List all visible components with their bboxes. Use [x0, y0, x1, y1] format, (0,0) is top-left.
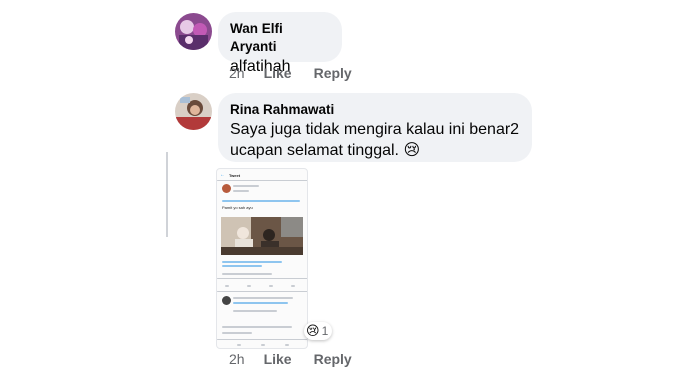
reaction-summary[interactable]: 😢 1: [304, 322, 333, 340]
comment-actions: 2h Like Reply: [229, 351, 374, 367]
comment-text-line: Saya juga tidak mengira kalau ini benar2: [230, 121, 520, 138]
avatar-rina-rahmawati[interactable]: [175, 93, 212, 130]
divider: [217, 278, 307, 279]
thread-connector-line: [166, 152, 168, 237]
reply-text-placeholder: [233, 297, 293, 299]
reply-avatar: [222, 296, 231, 305]
back-arrow-icon: ←: [220, 172, 225, 178]
comment-text-line-2: ucapan selamat tinggal.: [230, 142, 399, 159]
nav-recent-icon: [285, 344, 289, 346]
tweet-header: Tweet: [229, 173, 241, 178]
like-button[interactable]: Like: [264, 351, 292, 367]
reply-icon: [225, 285, 229, 287]
tweet-avatar: [222, 184, 231, 193]
tweet-meta-placeholder: [222, 265, 262, 267]
nav-back-icon: [237, 344, 241, 346]
tweet-meta-placeholder: [222, 261, 282, 263]
retweet-icon: [247, 285, 251, 287]
tweet-caption: Pamit yo sah ayu: [222, 205, 253, 210]
like-button[interactable]: Like: [264, 65, 292, 81]
tweet-mentions-placeholder: [222, 200, 300, 202]
reply-text-placeholder: [222, 332, 252, 334]
divider: [217, 291, 307, 292]
attached-tweet-screenshot[interactable]: ← Tweet Pamit yo sah ayu: [216, 168, 308, 349]
sad-reaction-icon: 😢: [306, 323, 320, 338]
divider: [217, 339, 307, 340]
avatar-wan-elfi-aryanti[interactable]: [175, 13, 212, 50]
comment-author[interactable]: Wan Elfi Aryanti: [230, 20, 330, 56]
comment-actions: 2h Like Reply: [229, 65, 374, 81]
comment-bubble: Rina Rahmawati Saya juga tidak mengira k…: [218, 93, 532, 162]
comment-author[interactable]: Rina Rahmawati: [230, 101, 520, 119]
reply-text-placeholder: [233, 302, 288, 304]
nav-home-icon: [261, 344, 265, 346]
comment-bubble: Wan Elfi Aryanti alfatihah: [218, 12, 342, 75]
tweet-handle-placeholder: [233, 190, 249, 192]
divider: [217, 180, 307, 181]
reaction-count: 1: [321, 324, 329, 338]
heart-icon: [269, 285, 273, 287]
tweet-photo: [221, 217, 303, 255]
reply-button[interactable]: Reply: [314, 65, 352, 81]
comment-timestamp[interactable]: 2h: [229, 65, 245, 81]
tweet-author-placeholder: [233, 185, 259, 187]
tweet-stats-placeholder: [222, 273, 272, 275]
comment-text-line: ucapan selamat tinggal. 😢: [230, 140, 520, 161]
reply-text-placeholder: [233, 310, 277, 312]
reply-button[interactable]: Reply: [314, 351, 352, 367]
share-icon: [291, 285, 295, 287]
crying-emoji-icon: 😢: [403, 142, 421, 159]
reply-text-placeholder: [222, 326, 292, 328]
comment-timestamp[interactable]: 2h: [229, 351, 245, 367]
